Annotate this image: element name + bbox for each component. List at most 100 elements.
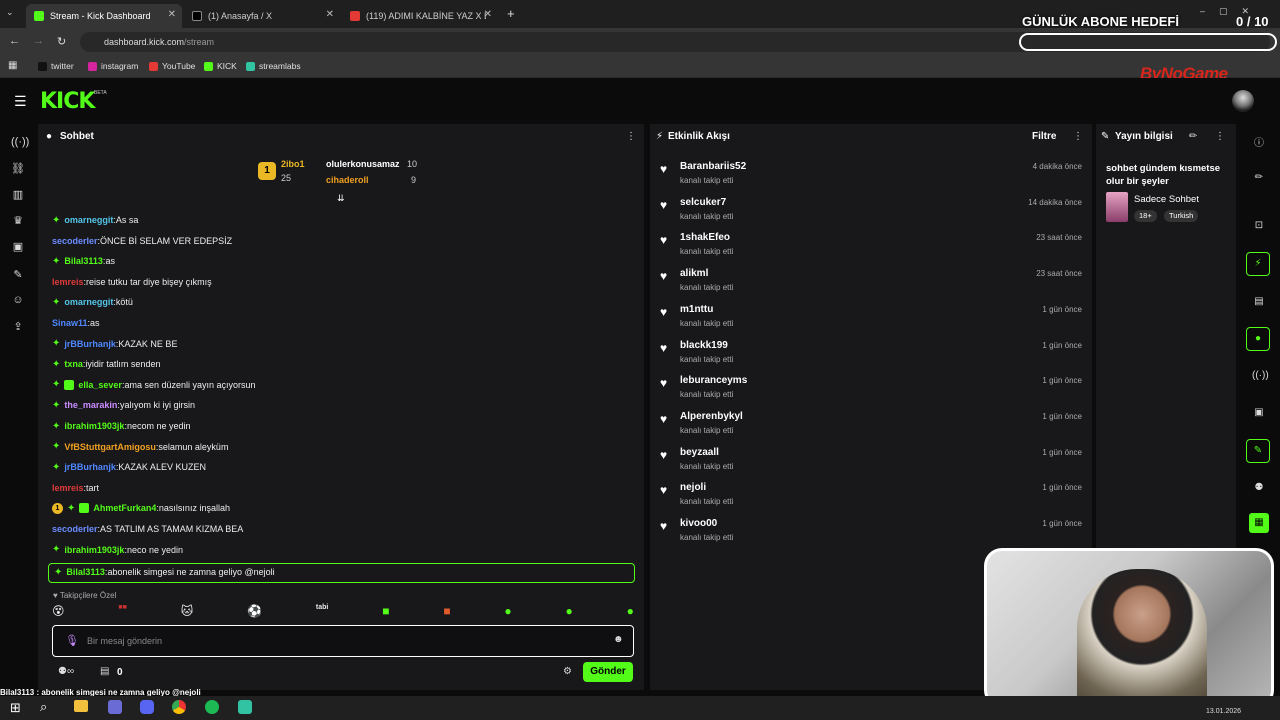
store-icon[interactable]: ▤ <box>100 666 109 677</box>
emote-icon[interactable]: ● <box>504 604 511 622</box>
activity-more-icon[interactable]: ⋮ <box>1073 131 1083 142</box>
chat-username[interactable]: the_marakin <box>64 400 117 410</box>
app-icon[interactable] <box>108 700 122 714</box>
chat-more-icon[interactable]: ⋮ <box>626 131 636 142</box>
scroll-down-icon[interactable]: ⇊ <box>337 193 345 204</box>
kick-logo[interactable]: KICK <box>40 89 95 114</box>
chat-username[interactable]: VfBStuttgartAmigosu <box>64 442 156 452</box>
wrench-icon[interactable]: ✎ <box>1246 439 1270 463</box>
chat-username[interactable]: AhmetFurkan4 <box>93 503 156 513</box>
upload-icon[interactable]: ⇪ <box>11 320 25 334</box>
activity-username[interactable]: Alperenbykyl <box>680 411 743 422</box>
close-icon[interactable]: ✕ <box>484 9 492 20</box>
screen-capture-icon[interactable]: ⊡ <box>1252 220 1266 234</box>
activity-username[interactable]: alikml <box>680 268 708 279</box>
emote-icon[interactable]: ⚽ <box>247 604 262 622</box>
emote-icon[interactable]: ● <box>627 604 634 622</box>
bookmark-kick[interactable]: KICK <box>204 61 237 71</box>
chat-username[interactable]: Sinaw11 <box>52 318 88 328</box>
close-icon[interactable]: ✕ <box>168 9 176 20</box>
search-icon[interactable]: ⌕ <box>40 699 47 715</box>
activity-username[interactable]: selcuker7 <box>680 197 726 208</box>
microphone-icon[interactable]: 🎙 <box>65 634 79 647</box>
stream-info-more-icon[interactable]: ⋮ <box>1215 131 1225 142</box>
printer-icon[interactable]: ▣ <box>1252 407 1266 421</box>
leaderboard-first-name[interactable]: 2ibo1 <box>281 159 305 169</box>
wrench-icon[interactable]: ✎ <box>11 268 25 282</box>
users-icon[interactable]: ☺ <box>11 294 25 308</box>
send-button[interactable]: Gönder <box>583 662 633 682</box>
emote-icon[interactable]: ■■ <box>118 604 126 622</box>
tab-x-home[interactable]: (1) Anasayfa / X ✕ <box>184 4 340 28</box>
emote-icon[interactable]: ■ <box>382 604 389 622</box>
activity-username[interactable]: kivoo00 <box>680 518 717 529</box>
points-icon[interactable]: ⚉∞ <box>58 666 74 677</box>
chrome-icon[interactable] <box>172 700 186 714</box>
chat-username[interactable]: secoderler <box>52 236 98 246</box>
file-explorer-icon[interactable] <box>74 700 88 712</box>
chat-username[interactable]: Bilal3113 <box>64 256 103 266</box>
bookmark-youtube[interactable]: YouTube <box>149 61 195 71</box>
back-icon[interactable]: ← <box>9 35 20 47</box>
new-tab-icon[interactable]: + <box>507 6 515 21</box>
edit-icon[interactable]: ✏ <box>1189 131 1197 142</box>
emote-icon[interactable]: ● <box>566 604 573 622</box>
activity-username[interactable]: leburanceyms <box>680 375 747 386</box>
chat-settings-icon[interactable]: ⚙ <box>563 666 572 677</box>
info-icon[interactable]: ⓘ <box>1252 134 1266 149</box>
activity-username[interactable]: beyzaall <box>680 447 719 458</box>
chat-username[interactable]: lemreis <box>52 277 84 287</box>
emote-icon[interactable]: 😵 <box>52 604 65 622</box>
tab-kick-dashboard[interactable]: Stream - Kick Dashboard ✕ <box>26 4 182 28</box>
filter-button[interactable]: Filtre <box>1032 131 1056 142</box>
forward-icon[interactable]: → <box>33 35 44 47</box>
emote-icon[interactable]: 🐱 <box>181 604 194 622</box>
chat-username[interactable]: jrBBurhanjk <box>64 462 116 472</box>
analytics-icon[interactable]: ▥ <box>11 188 25 202</box>
close-icon[interactable]: ✕ <box>326 9 334 20</box>
chat-username[interactable]: ibrahim1903jk <box>64 545 124 555</box>
share-icon[interactable]: ⚉ <box>1252 482 1266 496</box>
chat-username[interactable]: txna <box>64 359 83 369</box>
chat-username[interactable]: omarneggit <box>64 297 113 307</box>
activity-username[interactable]: Baranbariis52 <box>680 161 746 172</box>
hamburger-menu-icon[interactable]: ☰ <box>14 93 27 110</box>
leaderboard-second-name[interactable]: olulerkonusamaz <box>326 159 400 169</box>
chat-username[interactable]: ibrahim1903jk <box>64 421 124 431</box>
category-name[interactable]: Sadece Sohbet <box>1134 194 1199 205</box>
chat-username[interactable]: lemreis <box>52 483 84 493</box>
broadcast-icon[interactable]: ((·)) <box>1252 370 1269 384</box>
bookmark-twitter[interactable]: twitter <box>38 61 74 71</box>
clapper-icon[interactable]: ▦ <box>1249 513 1269 533</box>
tab-youtube[interactable]: (119) ADIMI KALBİNE YAZ X BY... ✕ <box>342 4 498 28</box>
tv-icon[interactable]: ▣ <box>11 240 25 254</box>
chat-username[interactable]: ella_sever <box>78 380 122 390</box>
activity-username[interactable]: nejoli <box>680 482 706 493</box>
activity-username[interactable]: blackk199 <box>680 340 728 351</box>
emote-icon[interactable]: tabi <box>316 604 328 622</box>
trophy-icon[interactable]: ♛ <box>11 214 25 228</box>
emote-icon[interactable]: ■ <box>443 604 450 622</box>
leaderboard-third-name[interactable]: cihaderoll <box>326 175 369 185</box>
document-icon[interactable]: ▤ <box>1252 296 1266 310</box>
pencil-icon[interactable]: ✏ <box>1252 172 1266 186</box>
reload-icon[interactable]: ↻ <box>57 35 66 48</box>
chat-username[interactable]: Bilal3113 <box>66 567 105 577</box>
bookmark-instagram[interactable]: instagram <box>88 61 138 71</box>
chat-username[interactable]: omarneggit <box>64 215 113 225</box>
chat-username[interactable]: jrBBurhanjk <box>64 339 116 349</box>
activity-username[interactable]: 1shakEfeo <box>680 232 730 243</box>
lightning-icon[interactable]: ⚡ <box>1246 252 1270 276</box>
chat-icon[interactable]: ● <box>1246 327 1270 351</box>
avatar[interactable] <box>1232 90 1254 112</box>
emoji-icon[interactable]: ☻ <box>613 634 624 645</box>
windows-start-icon[interactable]: ⊞ <box>10 700 21 716</box>
spotify-icon[interactable] <box>205 700 219 714</box>
discord-icon[interactable] <box>140 700 154 714</box>
stream-icon[interactable]: ((·)) <box>11 136 29 150</box>
streamlabs-icon[interactable] <box>238 700 252 714</box>
bookmark-streamlabs[interactable]: streamlabs <box>246 61 301 71</box>
apps-icon[interactable]: ▦ <box>8 60 17 71</box>
chat-input[interactable]: 🎙 Bir mesaj gönderin ☻ <box>52 625 634 657</box>
link-icon[interactable]: ⛓ <box>11 162 25 176</box>
